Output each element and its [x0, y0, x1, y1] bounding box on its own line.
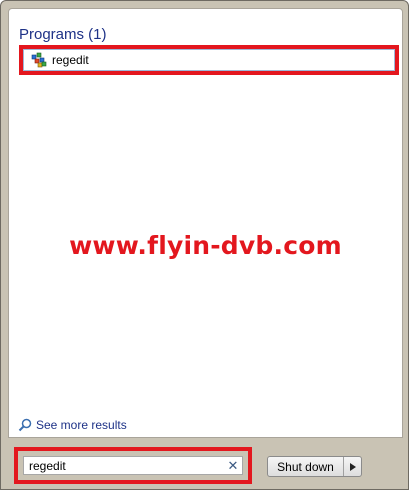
search-icon [18, 418, 32, 432]
result-item-label: regedit [52, 53, 89, 67]
see-more-label: See more results [36, 418, 127, 432]
shutdown-options-button[interactable] [344, 457, 361, 476]
search-box-highlight: regedit ✕ [14, 447, 252, 484]
search-input-value: regedit [29, 458, 66, 473]
programs-group-header: Programs (1) [19, 26, 107, 43]
result-item-regedit[interactable]: regedit [19, 45, 399, 75]
see-more-results-link[interactable]: See more results [18, 418, 127, 432]
registry-editor-icon [31, 52, 47, 68]
triangle-right-icon [349, 462, 356, 471]
search-input[interactable]: regedit ✕ [23, 456, 243, 475]
start-menu: Programs (1) regedit www.flyin-dvb.com S… [0, 0, 409, 490]
shutdown-button-group: Shut down [267, 456, 362, 477]
shutdown-button[interactable]: Shut down [268, 457, 344, 476]
close-icon[interactable]: ✕ [224, 457, 242, 474]
watermark-text: www.flyin-dvb.com [69, 231, 342, 260]
